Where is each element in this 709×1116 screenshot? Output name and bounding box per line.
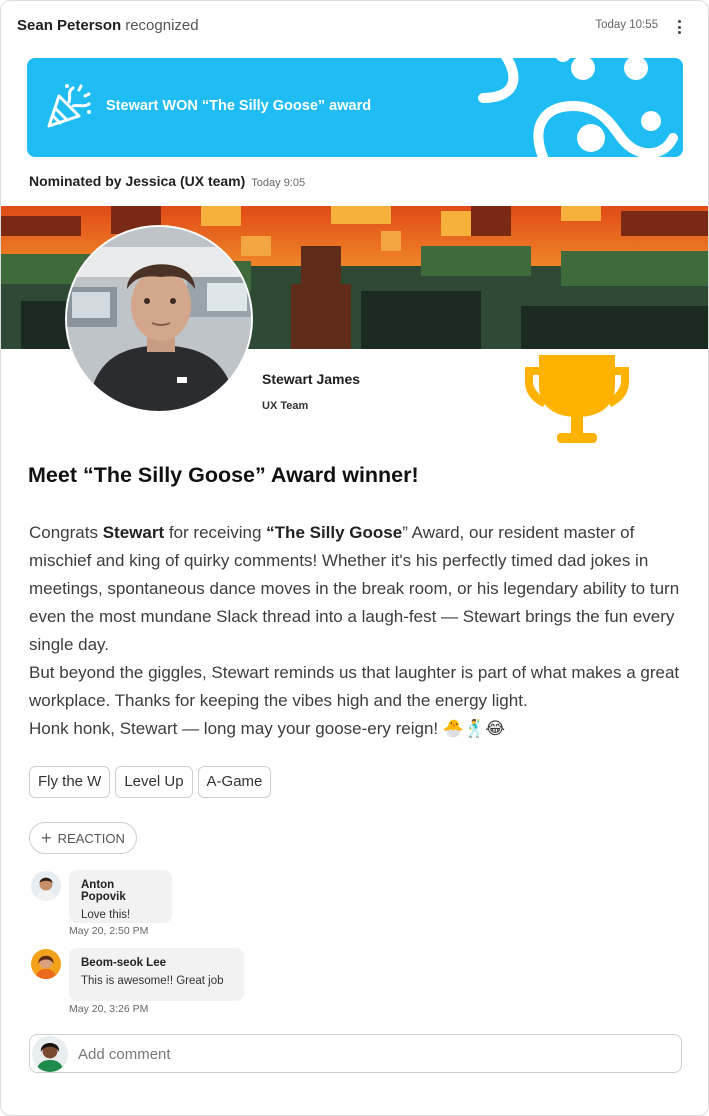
action-verb: recognized [125, 17, 199, 34]
body-paragraph-3: Honk honk, Stewart — long may your goose… [29, 719, 506, 738]
post-title: Meet “The Silly Goose” Award winner! [28, 463, 419, 487]
award-banner-text: Stewart WON “The Silly Goose” award [106, 98, 372, 114]
value-tags: Fly the W Level Up A-Game [29, 766, 272, 798]
recognition-card: Sean Peterson recognized Today 10:55 Stew… [0, 0, 709, 1116]
body-intro-mid: for receiving [164, 523, 267, 542]
body-award-quote: ” Award [402, 523, 460, 542]
reaction-label: REACTION [57, 830, 125, 846]
comment-date: May 20, 2:50 PM [69, 925, 149, 937]
add-comment-box[interactable] [29, 1034, 682, 1073]
comment-text: This is awesome!! Great job [81, 975, 224, 987]
commenter-name[interactable]: Beom-seok Lee [81, 957, 232, 969]
post-timestamp: Today 10:55 [595, 19, 658, 31]
plus-icon: + [41, 828, 52, 848]
award-banner: Stewart WON “The Silly Goose” award [27, 58, 683, 157]
commenter-avatar[interactable] [31, 949, 61, 979]
body-award-name: “The Silly Goose [266, 523, 403, 542]
body-paragraph-1: , our resident master of mischief and ki… [29, 523, 680, 654]
post-body: Congrats Stewart for receiving “The Sill… [29, 519, 689, 743]
comment-date: May 20, 3:26 PM [69, 1003, 149, 1015]
commenter-name[interactable]: Anton Popovik [81, 879, 160, 903]
nomination-time: Today 9:05 [251, 177, 306, 189]
tag-a-game[interactable]: A-Game [197, 766, 272, 798]
commenter-avatar[interactable] [31, 871, 61, 901]
add-reaction-button[interactable]: + REACTION [29, 822, 137, 854]
tag-level-up[interactable]: Level Up [115, 766, 193, 798]
more-vertical-icon[interactable] [672, 20, 686, 36]
body-intro: Congrats [29, 523, 103, 542]
comment-bubble: Beom-seok Lee This is awesome!! Great jo… [69, 948, 244, 1001]
party-popper-icon [47, 84, 91, 128]
body-recipient-name: Stewart [102, 523, 165, 542]
trophy-icon [525, 355, 629, 443]
recipient-photo [67, 227, 251, 411]
comment-bubble: Anton Popovik Love this! [69, 870, 172, 923]
comment-text: Love this! [81, 909, 131, 921]
post-header: Sean Peterson recognized Today 10:55 [17, 17, 692, 37]
author-name[interactable]: Sean Peterson [17, 17, 121, 34]
recipient-team: UX Team [262, 400, 309, 412]
current-user-avatar [32, 1036, 68, 1072]
recipient-avatar [65, 225, 253, 413]
confetti-decoration [478, 58, 678, 157]
comment-input[interactable] [78, 1041, 668, 1067]
nomination-line: Nominated by Jessica (UX team) Today 9:05 [29, 173, 305, 191]
tag-fly-the-w[interactable]: Fly the W [29, 766, 111, 798]
recipient-name[interactable]: Stewart James [262, 371, 360, 387]
nominated-by: Nominated by Jessica (UX team) [29, 173, 246, 189]
body-paragraph-2: But beyond the giggles, Stewart reminds … [29, 663, 680, 710]
